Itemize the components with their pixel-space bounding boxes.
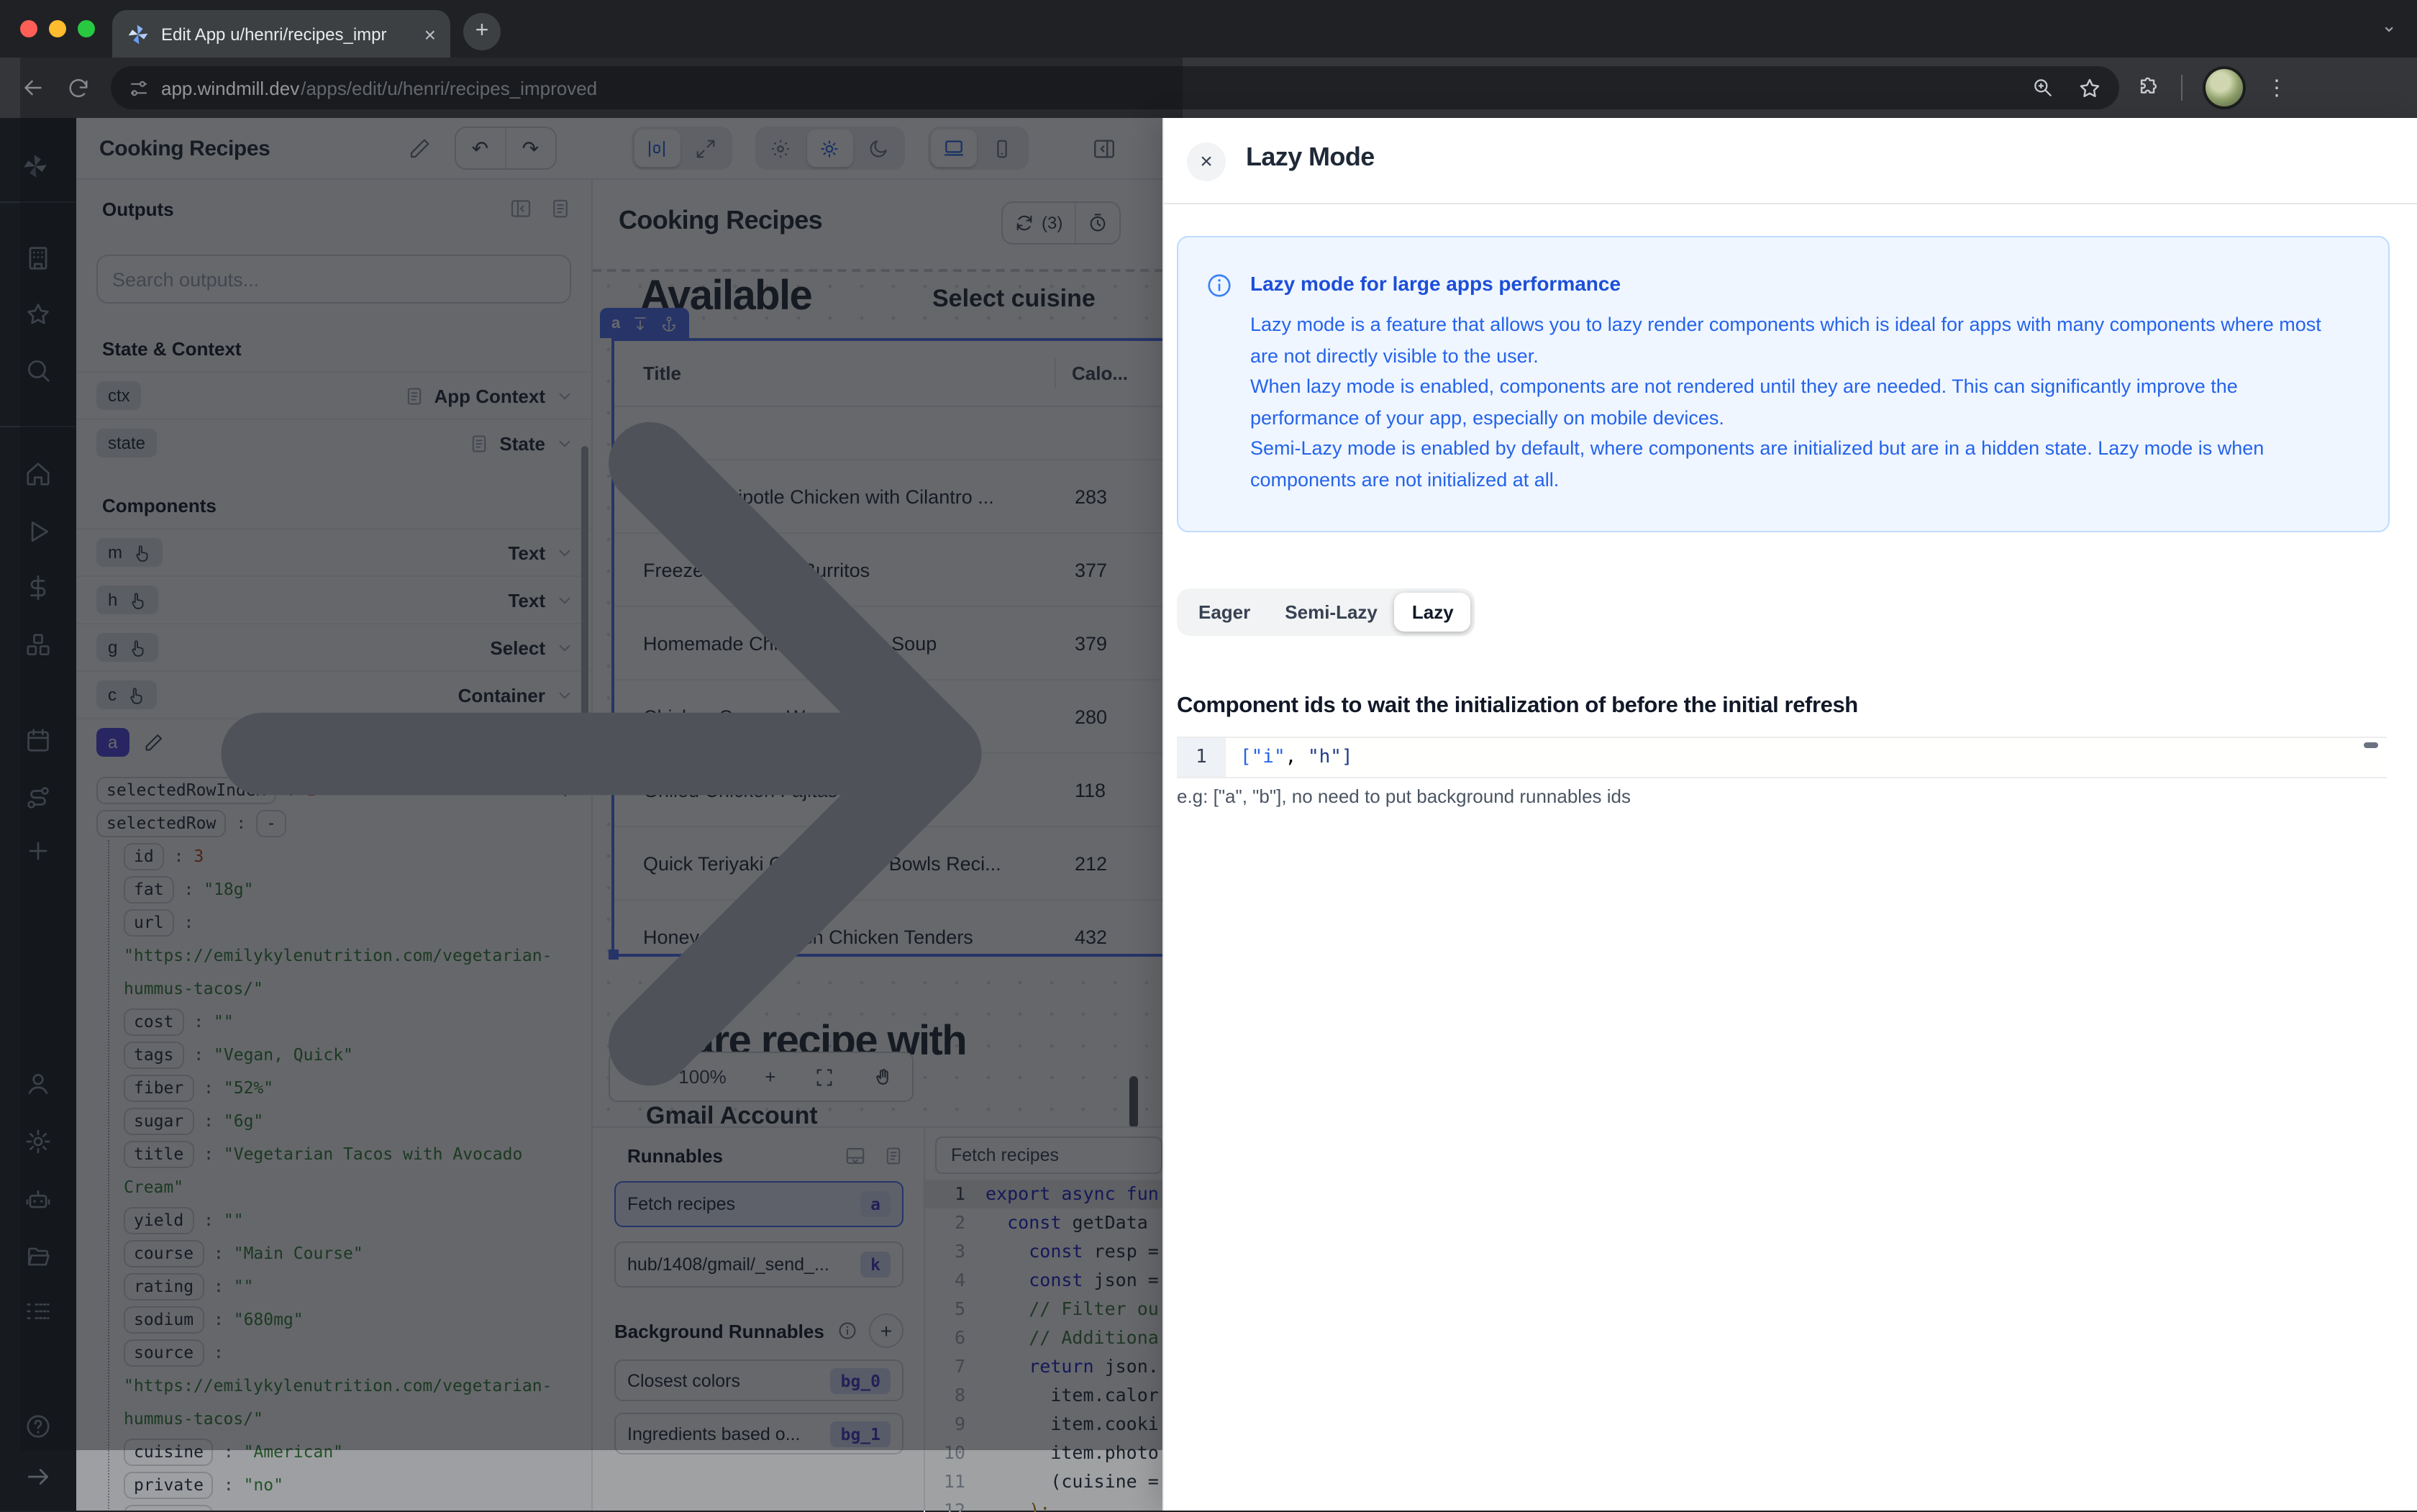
drawer-title: Lazy Mode xyxy=(1246,142,1375,171)
ids-helper-text: e.g: ["a", "b"], no need to put backgrou… xyxy=(1177,785,1631,807)
close-drawer-button[interactable]: × xyxy=(1187,142,1226,181)
tab-close-icon[interactable]: × xyxy=(424,24,436,44)
window-close-button[interactable] xyxy=(20,20,37,37)
code-token: ["i" xyxy=(1240,747,1285,768)
bookmark-star-icon[interactable] xyxy=(2077,76,2102,100)
screen: Edit App u/henri/recipes_impr × + ⌄ app.… xyxy=(0,0,2417,1512)
tab-search-chevron-icon[interactable]: ⌄ xyxy=(2381,14,2397,37)
mode-eager-button[interactable]: Eager xyxy=(1181,593,1267,632)
browser-tabstrip: Edit App u/henri/recipes_impr × + ⌄ xyxy=(0,0,2417,58)
tab-title: Edit App u/henri/recipes_impr xyxy=(161,24,387,44)
info-icon xyxy=(1208,274,1231,297)
window-minimize-button[interactable] xyxy=(49,20,66,37)
toolbar-divider xyxy=(2181,75,2182,101)
code-token: , xyxy=(1285,747,1308,768)
info-paragraph: When lazy mode is enabled, components ar… xyxy=(1250,375,2238,428)
extensions-icon[interactable] xyxy=(2136,76,2161,100)
info-paragraph: Lazy mode is a feature that allows you t… xyxy=(1250,314,2321,366)
mode-semilazy-button[interactable]: Semi-Lazy xyxy=(1267,593,1395,632)
browser-menu-icon[interactable]: ⋮ xyxy=(2266,75,2288,101)
lazy-mode-segmented-control: Eager Semi-Lazy Lazy xyxy=(1177,588,1475,636)
code-token: "h"] xyxy=(1307,747,1353,768)
drawer-backdrop[interactable] xyxy=(0,118,1162,1511)
zoom-icon[interactable] xyxy=(2031,76,2054,99)
code-input-scroll-decoration xyxy=(2364,742,2378,748)
profile-avatar[interactable] xyxy=(2203,66,2246,109)
new-tab-button[interactable]: + xyxy=(463,13,501,50)
info-paragraph: Semi-Lazy mode is enabled by default, wh… xyxy=(1250,437,2264,490)
info-title: Lazy mode for large apps performance xyxy=(1250,272,1621,295)
component-ids-heading: Component ids to wait the initialization… xyxy=(1177,693,1858,718)
windmill-app: Cooking Recipes ↶ ↷ Outputs Search outpu… xyxy=(0,118,2417,1512)
windmill-favicon xyxy=(128,24,148,44)
mode-lazy-button[interactable]: Lazy xyxy=(1394,593,1471,632)
lazy-mode-drawer: × Lazy Mode Lazy mode for large apps per… xyxy=(1162,118,2417,1511)
info-body: Lazy mode is a feature that allows you t… xyxy=(1250,309,2344,495)
browser-toolbar: app.windmill.dev/apps/edit/u/henri/recip… xyxy=(0,58,2417,1450)
browser-tab[interactable]: Edit App u/henri/recipes_impr × xyxy=(112,10,450,58)
component-ids-code-input[interactable]: 1 ["i", "h"] xyxy=(1177,737,2387,778)
lazy-mode-info-box: Lazy mode for large apps performance Laz… xyxy=(1177,236,2390,532)
window-zoom-button[interactable] xyxy=(78,20,95,37)
code-line-number: 1 xyxy=(1177,738,1226,777)
drawer-header: × Lazy Mode xyxy=(1164,118,2417,204)
